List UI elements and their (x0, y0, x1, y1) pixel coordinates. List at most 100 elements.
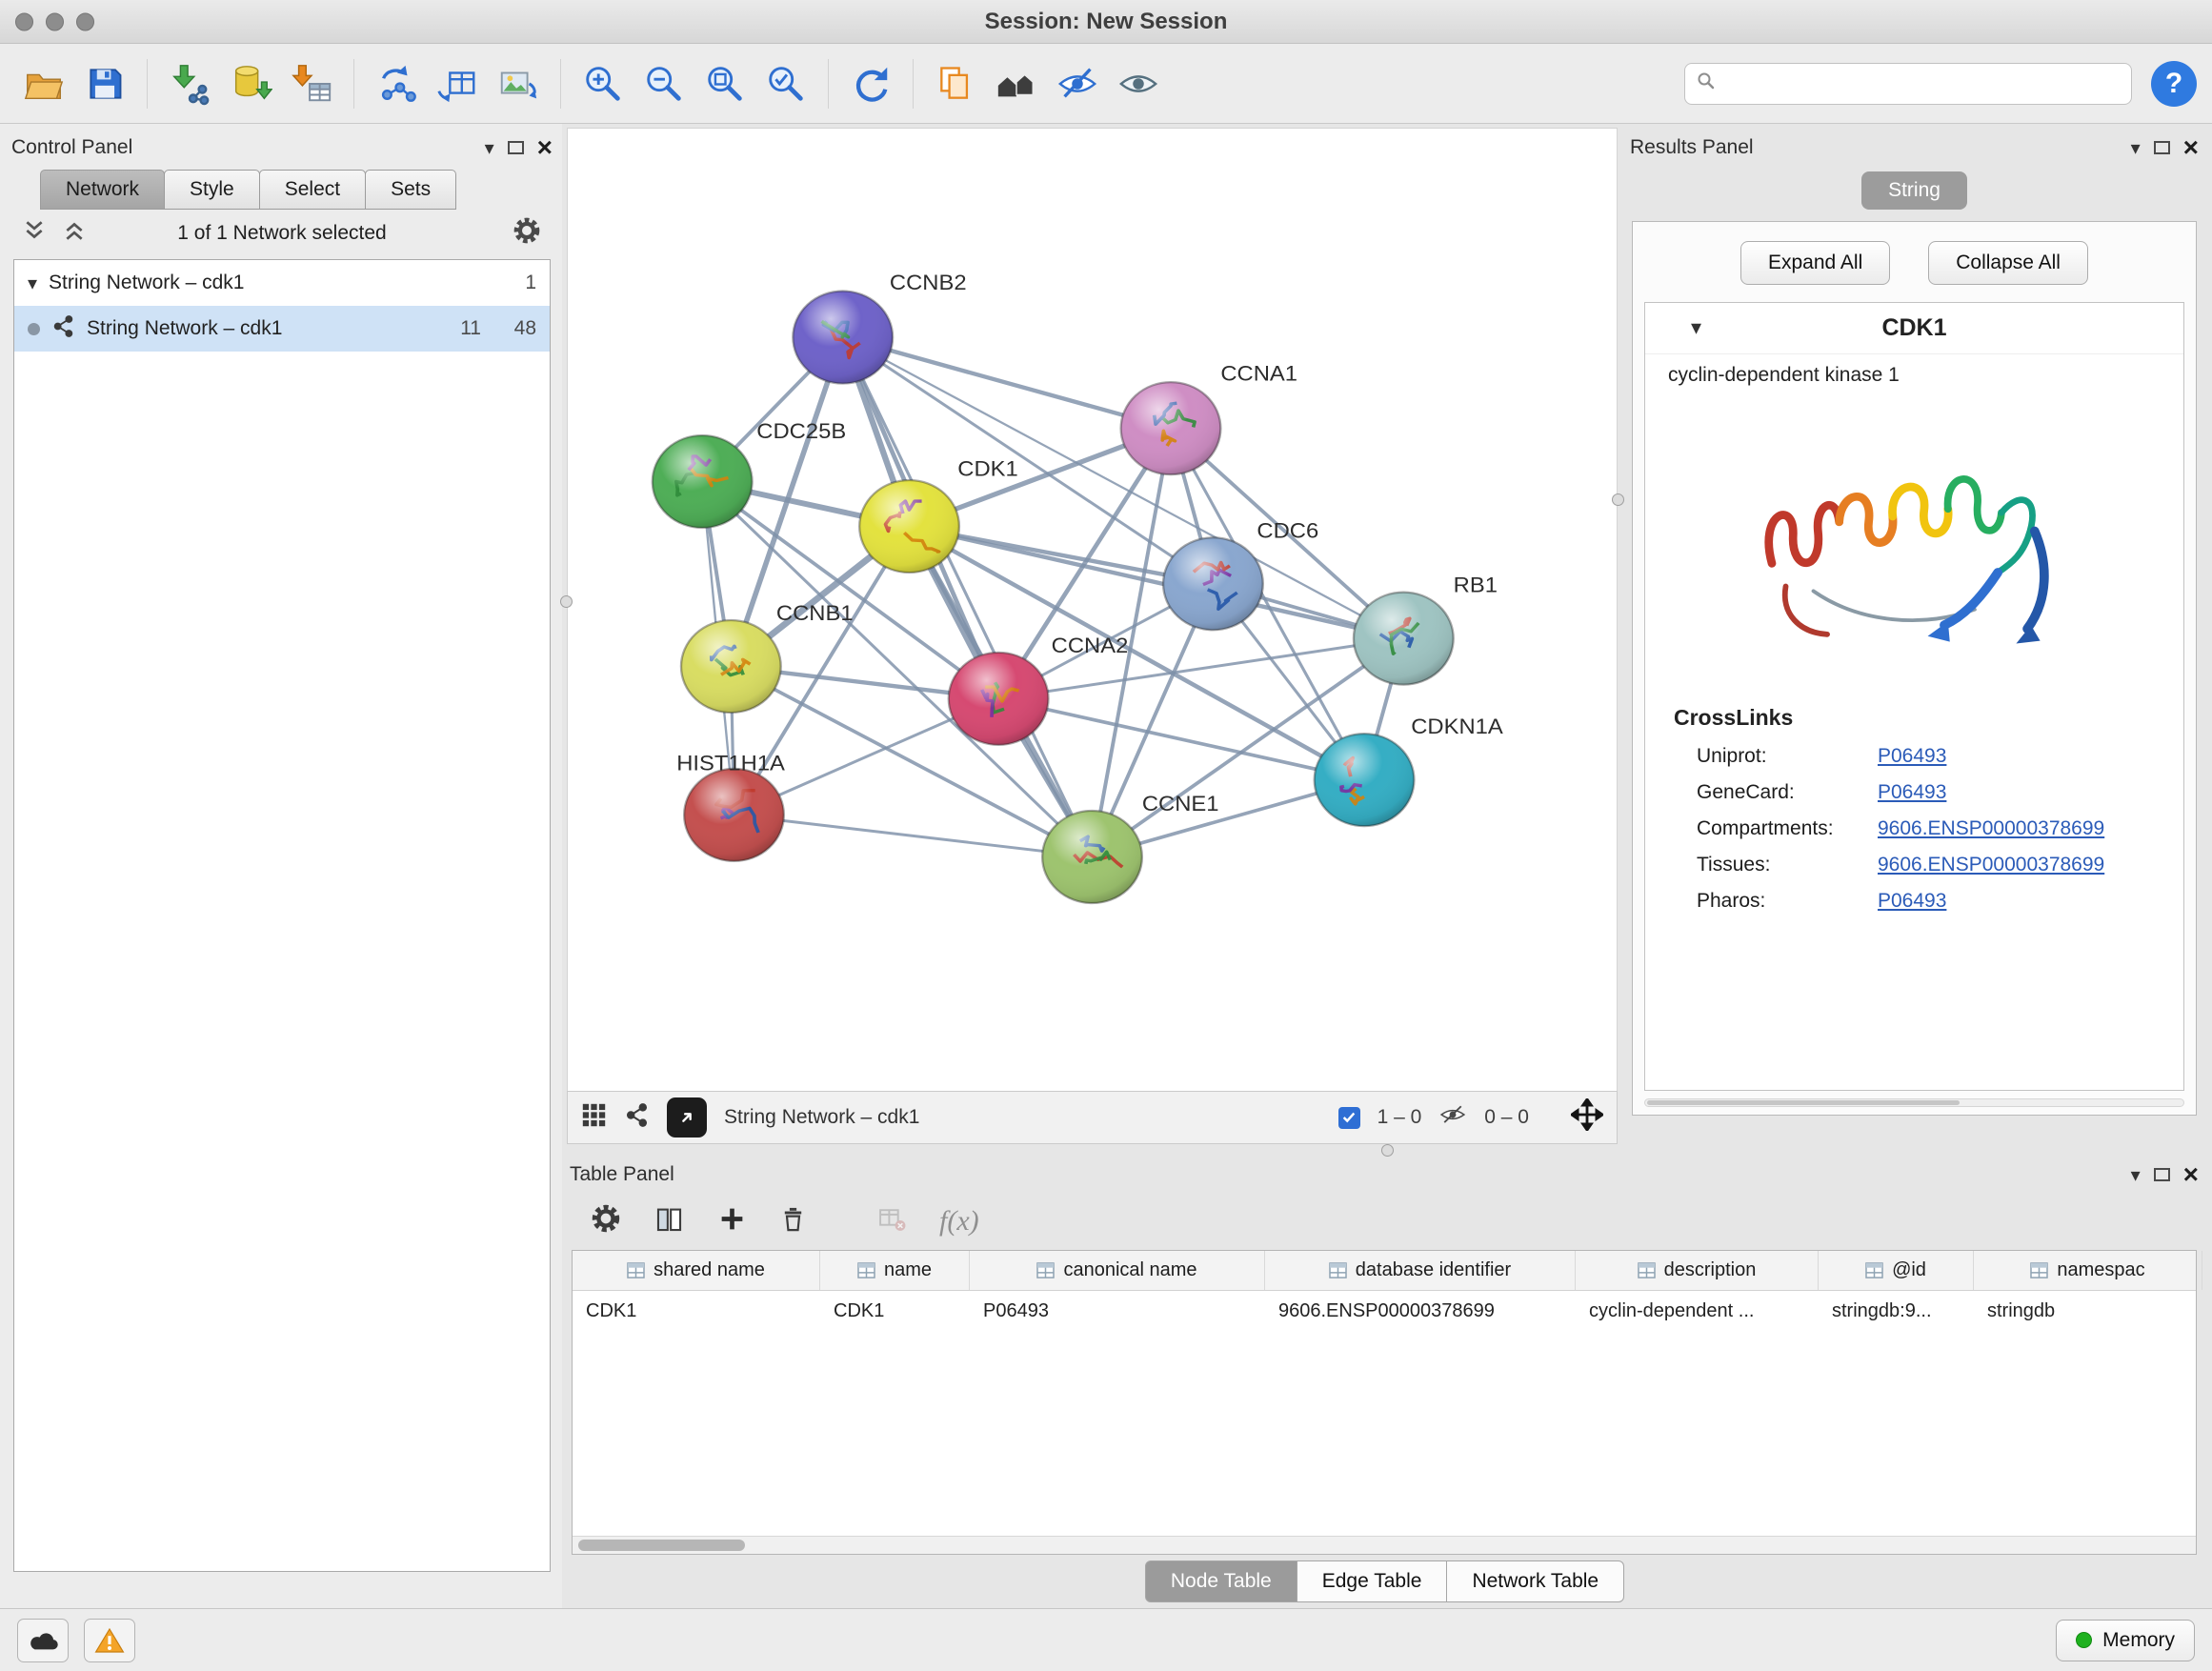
table-cell[interactable]: cyclin-dependent ... (1576, 1291, 1819, 1331)
column-header-database-identifier[interactable]: database identifier (1265, 1251, 1576, 1290)
network-collection-row[interactable]: ▾ String Network – cdk1 1 (14, 260, 550, 306)
save-session-icon[interactable] (76, 55, 133, 112)
table-horizontal-scrollbar[interactable] (573, 1536, 2196, 1554)
tab-select[interactable]: Select (259, 170, 366, 210)
table-cell[interactable]: stringdb (1974, 1291, 2202, 1331)
tab-style[interactable]: Style (164, 170, 260, 210)
tree-caret-icon[interactable]: ▾ (28, 273, 37, 292)
tab-sets[interactable]: Sets (365, 170, 456, 210)
hidden-eye-slash-icon[interactable] (1438, 1100, 1467, 1135)
node-selection-checkbox[interactable] (1338, 1107, 1360, 1129)
import-network-from-database-icon[interactable] (222, 55, 279, 112)
crosslink-uniprot-[interactable]: P06493 (1878, 745, 1946, 768)
search-icon (1697, 71, 1716, 96)
zoom-selected-icon[interactable] (757, 55, 814, 112)
add-column-icon[interactable] (717, 1204, 747, 1239)
export-table-icon[interactable] (429, 55, 486, 112)
import-network-from-file-icon[interactable] (161, 55, 218, 112)
string-tab-badge[interactable]: String (1861, 171, 1967, 210)
zoom-fit-icon[interactable] (696, 55, 754, 112)
select-columns-icon[interactable] (654, 1203, 685, 1240)
collapse-all-icon[interactable] (23, 219, 46, 248)
network-node-CDKN1A[interactable]: CDKN1A (1315, 715, 1504, 826)
export-image-icon[interactable] (490, 55, 547, 112)
column-header-namespac[interactable]: namespac (1974, 1251, 2202, 1290)
table-cell[interactable]: CDK1 (573, 1291, 820, 1331)
warning-icon[interactable] (84, 1619, 135, 1662)
delete-column-icon[interactable] (779, 1205, 807, 1238)
network-node-CCNA1[interactable]: CCNA1 (1121, 361, 1297, 474)
table-cell[interactable]: stringdb:9... (1819, 1291, 1974, 1331)
grid-view-icon[interactable] (581, 1102, 607, 1134)
network-edge[interactable] (734, 815, 1093, 856)
column-header--id[interactable]: @id (1819, 1251, 1974, 1290)
network-node-CCNB1[interactable]: CCNB1 (681, 601, 854, 713)
close-panel-icon[interactable]: × (537, 134, 553, 161)
network-edge[interactable] (910, 527, 1404, 639)
refresh-view-icon[interactable] (842, 55, 899, 112)
network-node-CDK1[interactable]: CDK1 (859, 456, 1018, 573)
tab-network[interactable]: Network (40, 170, 165, 210)
crosslink-pharos-[interactable]: P06493 (1878, 890, 1946, 913)
open-session-icon[interactable] (15, 55, 72, 112)
zoom-window-icon[interactable] (76, 12, 94, 30)
tab-node-table[interactable]: Node Table (1145, 1560, 1297, 1602)
network-node-HIST1H1A[interactable]: HIST1H1A (676, 751, 785, 861)
close-window-icon[interactable] (15, 12, 33, 30)
home-icon[interactable] (988, 55, 1045, 112)
card-scrollbar[interactable] (1644, 1098, 2184, 1107)
expand-all-button[interactable]: Expand All (1740, 241, 1890, 285)
float-panel-icon[interactable] (2154, 141, 2170, 154)
minimize-window-icon[interactable] (46, 12, 64, 30)
network-edge[interactable] (843, 337, 1171, 429)
float-panel-icon[interactable] (508, 141, 524, 154)
table-cell[interactable]: P06493 (970, 1291, 1265, 1331)
zoom-out-icon[interactable] (635, 55, 693, 112)
close-panel-icon[interactable]: × (2183, 134, 2199, 161)
column-header-canonical-name[interactable]: canonical name (970, 1251, 1265, 1290)
tab-edge-table[interactable]: Edge Table (1297, 1560, 1448, 1602)
column-header-name[interactable]: name (820, 1251, 970, 1290)
crosslink-compartments-[interactable]: 9606.ENSP00000378699 (1878, 817, 2104, 840)
panel-menu-icon[interactable]: ▾ (2131, 138, 2141, 157)
left-splitter-handle[interactable] (560, 595, 573, 608)
panel-menu-icon[interactable]: ▾ (2131, 1165, 2141, 1184)
search-box[interactable] (1684, 63, 2132, 105)
help-icon[interactable]: ? (2151, 61, 2197, 107)
horizontal-splitter[interactable] (562, 1144, 2212, 1157)
copy-icon[interactable] (927, 55, 984, 112)
network-row[interactable]: String Network – cdk1 11 48 (14, 306, 550, 352)
network-canvas[interactable]: CCNB2CCNA1CDC25BCDK1CDC6RB1CCNB1CCNA2CDK… (567, 128, 1618, 1091)
tab-network-table[interactable]: Network Table (1446, 1560, 1624, 1602)
open-in-new-window-icon[interactable] (667, 1097, 707, 1137)
scrollbar-thumb[interactable] (578, 1540, 745, 1551)
close-panel-icon[interactable]: × (2183, 1161, 2199, 1188)
pan-move-icon[interactable] (1571, 1098, 1603, 1137)
collapse-gene-icon[interactable]: ▾ (1691, 318, 1701, 339)
panel-menu-icon[interactable]: ▾ (485, 138, 494, 157)
table-row[interactable]: CDK1CDK1P064939606.ENSP00000378699cyclin… (573, 1291, 2196, 1331)
zoom-in-icon[interactable] (574, 55, 632, 112)
network-graph[interactable]: CCNB2CCNA1CDC25BCDK1CDC6RB1CCNB1CCNA2CDK… (568, 129, 1617, 1091)
hide-details-icon[interactable] (1049, 55, 1106, 112)
collapse-all-button[interactable]: Collapse All (1928, 241, 2088, 285)
table-cell[interactable]: 9606.ENSP00000378699 (1265, 1291, 1576, 1331)
expand-all-icon[interactable] (63, 219, 86, 248)
memory-button[interactable]: Memory (2056, 1620, 2195, 1661)
crosslink-genecard-[interactable]: P06493 (1878, 781, 1946, 804)
show-details-icon[interactable] (1110, 55, 1167, 112)
crosslink-tissues-[interactable]: 9606.ENSP00000378699 (1878, 854, 2104, 876)
float-panel-icon[interactable] (2154, 1168, 2170, 1181)
table-cell[interactable]: CDK1 (820, 1291, 970, 1331)
network-node-RB1[interactable]: RB1 (1354, 573, 1498, 684)
column-header-shared-name[interactable]: shared name (573, 1251, 820, 1290)
new-network-icon[interactable] (368, 55, 425, 112)
gear-icon[interactable] (513, 216, 541, 251)
import-table-from-file-icon[interactable] (283, 55, 340, 112)
search-input[interactable] (1725, 71, 2120, 95)
cloud-status-icon[interactable] (17, 1619, 69, 1662)
network-edge[interactable] (843, 337, 1093, 856)
network-share-icon[interactable] (624, 1102, 650, 1134)
column-header-description[interactable]: description (1576, 1251, 1819, 1290)
table-settings-gear-icon[interactable] (591, 1203, 621, 1239)
